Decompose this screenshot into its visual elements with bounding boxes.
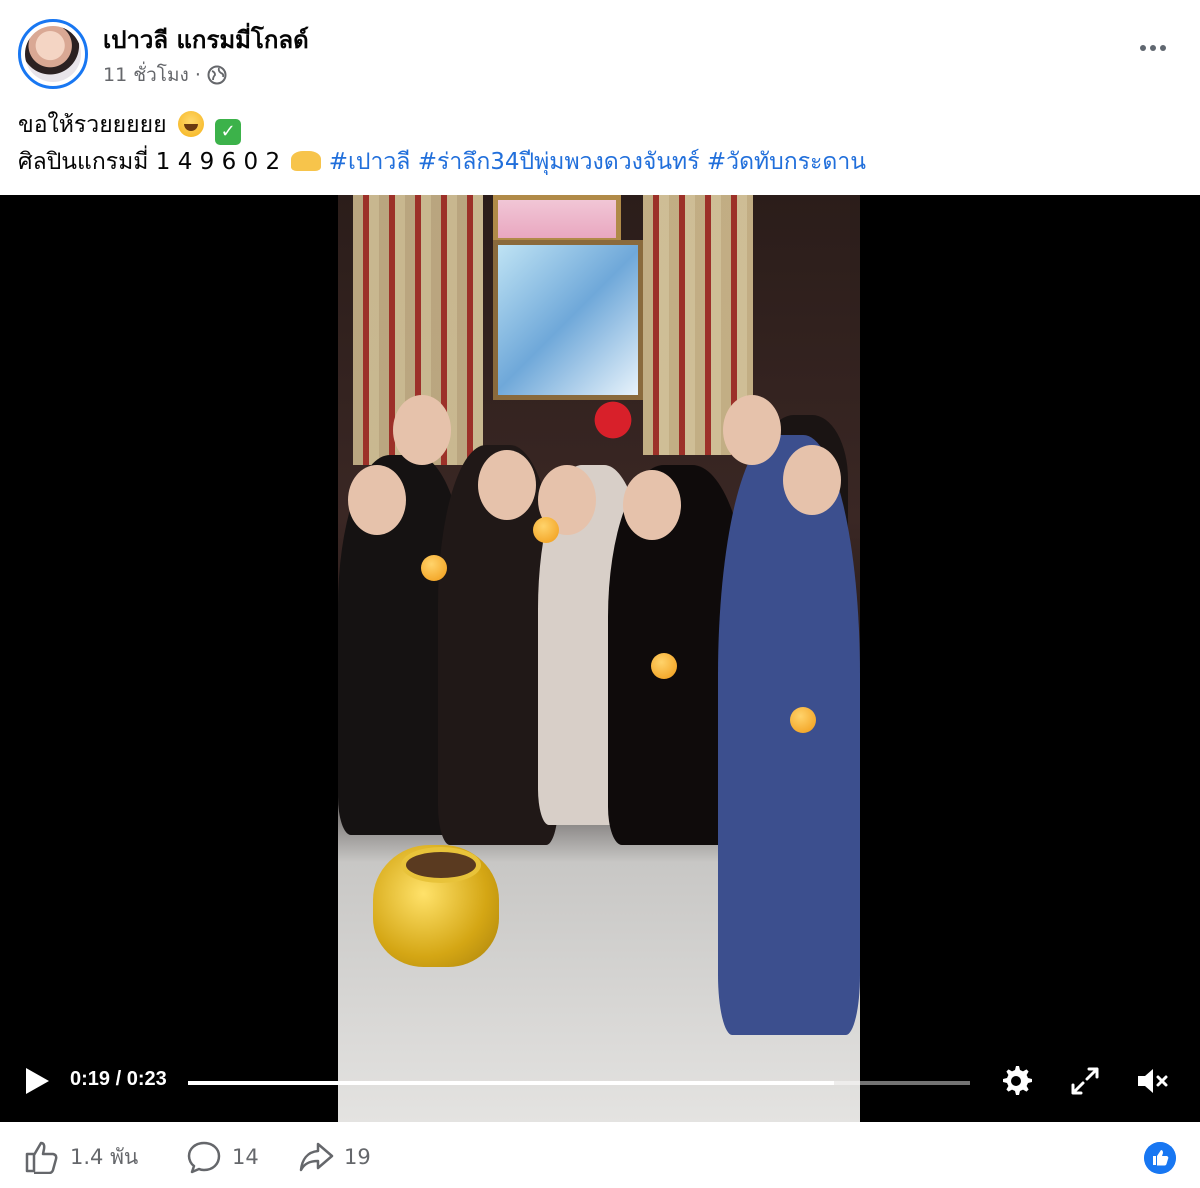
wall-picture-top bbox=[493, 195, 621, 243]
person-suit bbox=[718, 435, 860, 1035]
video-frame[interactable] bbox=[338, 195, 860, 1122]
laughing-emoji-icon bbox=[177, 111, 204, 137]
check-mark-emoji-icon: ✓ bbox=[215, 119, 242, 145]
comment-button[interactable]: 14 bbox=[186, 1140, 259, 1174]
post-caption: ขอให้รวยยยยย ✓ ศิลปินแกรมมี่ 1 4 9 6 0 2… bbox=[18, 108, 866, 179]
like-reaction-icon[interactable] bbox=[1144, 1142, 1176, 1174]
post-actions: 1.4 พัน 14 19 bbox=[0, 1122, 1200, 1188]
author-name[interactable]: เปาวลี แกรมมี่โกลด์ bbox=[103, 20, 309, 59]
face bbox=[478, 450, 536, 520]
post-time[interactable]: 11 ชั่วโมง · bbox=[103, 60, 201, 90]
more-options-button[interactable] bbox=[1136, 38, 1170, 58]
caption-line-2: ศิลปินแกรมมี่ 1 4 9 6 0 2 #เปาวลี #ร่าลึ… bbox=[18, 145, 866, 179]
caption-text: ศิลปินแกรมมี่ 1 4 9 6 0 2 bbox=[18, 149, 281, 175]
orange-ball bbox=[651, 653, 677, 679]
orange-ball bbox=[421, 555, 447, 581]
video-controls: 0:19 / 0:23 bbox=[0, 1051, 1200, 1111]
red-flowers bbox=[578, 400, 648, 440]
video-player[interactable]: 0:19 / 0:23 bbox=[0, 195, 1200, 1122]
video-time: 0:19 / 0:23 bbox=[70, 1068, 167, 1090]
face bbox=[623, 470, 681, 540]
globe-icon bbox=[207, 65, 227, 85]
avatar[interactable] bbox=[18, 19, 88, 89]
more-dot-icon bbox=[1140, 45, 1146, 51]
hashtag-link[interactable]: #วัดทับกระดาน bbox=[707, 149, 866, 175]
caption-text: ขอให้รวยยยยย bbox=[18, 112, 167, 138]
post-meta: 11 ชั่วโมง · bbox=[103, 60, 227, 90]
face bbox=[723, 395, 781, 465]
fullscreen-icon[interactable] bbox=[1067, 1063, 1103, 1099]
raised-hands-emoji-icon bbox=[291, 151, 322, 171]
caption-line-1: ขอให้รวยยยยย ✓ bbox=[18, 108, 866, 145]
share-count: 19 bbox=[344, 1145, 371, 1169]
hashtag-link[interactable]: #ร่าลึก34ปีพุ่มพวงดวงจันทร์ bbox=[418, 149, 700, 175]
face bbox=[348, 465, 406, 535]
gear-icon[interactable] bbox=[998, 1063, 1034, 1099]
video-progress-bar[interactable] bbox=[188, 1081, 970, 1085]
comment-count: 14 bbox=[232, 1145, 259, 1169]
more-dot-icon bbox=[1150, 45, 1156, 51]
orange-ball bbox=[533, 517, 559, 543]
more-dot-icon bbox=[1160, 45, 1166, 51]
like-count: 1.4 พัน bbox=[70, 1144, 139, 1169]
share-arrow-icon bbox=[299, 1142, 334, 1172]
play-icon[interactable] bbox=[22, 1065, 52, 1097]
comment-icon bbox=[187, 1141, 221, 1174]
like-button[interactable]: 1.4 พัน bbox=[24, 1140, 138, 1174]
orange-ball bbox=[790, 707, 816, 733]
video-progress-fill bbox=[188, 1081, 834, 1085]
thumbs-up-icon bbox=[25, 1141, 58, 1174]
hashtag-link[interactable]: #เปาวลี bbox=[329, 149, 411, 175]
muted-speaker-icon[interactable] bbox=[1134, 1063, 1170, 1099]
face bbox=[393, 395, 451, 465]
share-button[interactable]: 19 bbox=[298, 1140, 371, 1174]
avatar-image bbox=[25, 26, 81, 82]
post-header: เปาวลี แกรมมี่โกลด์ 11 ชั่วโมง · bbox=[0, 0, 1200, 100]
wall-poster bbox=[493, 240, 643, 400]
golden-pot bbox=[373, 845, 499, 967]
face bbox=[783, 445, 841, 515]
